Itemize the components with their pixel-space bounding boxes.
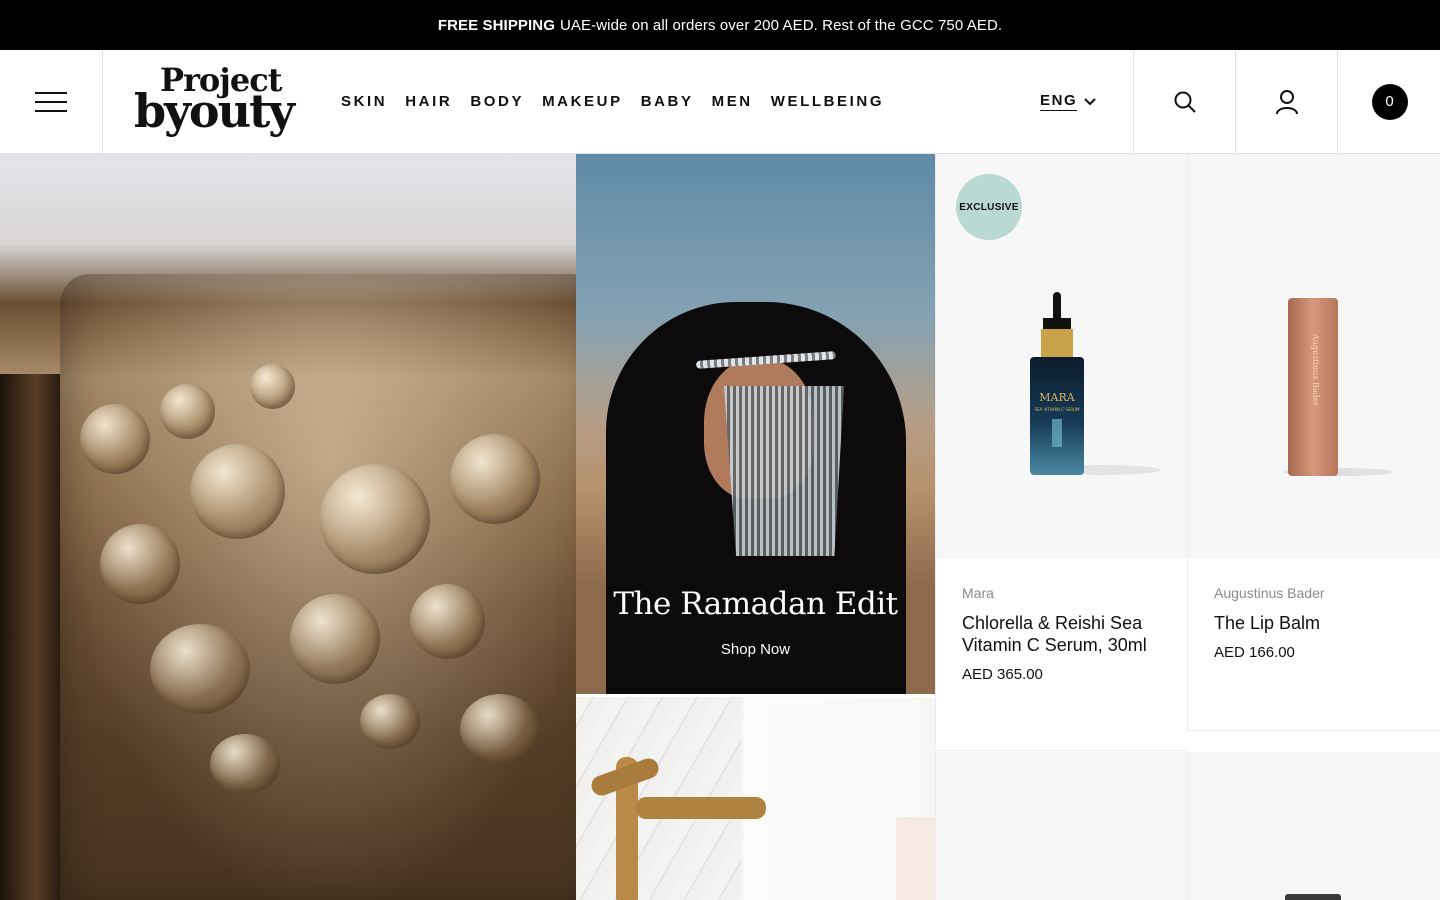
site-header: Project byouty SKIN HAIR BODY MAKEUP BAB…: [0, 50, 1440, 154]
product-price: AED 365.00: [962, 666, 1043, 683]
cart-count[interactable]: 0: [1371, 83, 1408, 120]
product-card[interactable]: Augustinus Bader Augustinus Bader The Li…: [1187, 154, 1440, 731]
bathroom-image[interactable]: [576, 697, 935, 900]
product-name[interactable]: The Lip Balm: [1214, 612, 1419, 634]
bottle-label: MARA: [1039, 391, 1075, 404]
nav-makeup[interactable]: MAKEUP: [542, 93, 623, 110]
hamburger-icon[interactable]: [35, 91, 67, 112]
exclusive-badge: EXCLUSIVE: [956, 174, 1022, 240]
main-nav: SKIN HAIR BODY MAKEUP BABY MEN WELLBEING: [341, 50, 902, 153]
account-button[interactable]: [1235, 50, 1338, 153]
product-card-next[interactable]: [935, 752, 1187, 900]
ramadan-edit-banner[interactable]: The Ramadan Edit Shop Now: [576, 154, 935, 694]
nav-hair[interactable]: HAIR: [405, 93, 452, 110]
lip-balm-image: Augustinus Bader: [1283, 298, 1393, 476]
product-brand: Augustinus Bader: [1214, 585, 1325, 601]
hero-bubbles-image[interactable]: [0, 154, 576, 900]
product-card[interactable]: MARA SEA VITAMIN C SERUM EXCLUSIVE Mara …: [935, 154, 1187, 751]
announcement-bold: FREE SHIPPING: [437, 16, 555, 34]
product-brand: Mara: [962, 585, 994, 601]
search-button[interactable]: [1133, 50, 1236, 153]
bottle-sublabel: SEA VITAMIN C SERUM: [1034, 407, 1080, 412]
banner-title: The Ramadan Edit: [613, 586, 898, 622]
language-code: ENG: [1040, 92, 1078, 111]
nav-body[interactable]: BODY: [470, 93, 524, 110]
product-name[interactable]: Chlorella & Reishi Sea Vitamin C Serum, …: [962, 612, 1167, 656]
menu-cell: [0, 50, 103, 153]
nav-men[interactable]: MEN: [712, 93, 753, 110]
shop-now-link[interactable]: Shop Now: [576, 641, 935, 658]
cart-button[interactable]: 0: [1337, 50, 1440, 153]
logo-line2: byouty: [134, 84, 295, 138]
balm-label: Augustinus Bader: [1311, 333, 1320, 407]
product-card-next[interactable]: [1187, 752, 1440, 900]
announcement-text: UAE-wide on all orders over 200 AED. Res…: [560, 16, 1003, 34]
announcement-bar: FREE SHIPPING UAE-wide on all orders ove…: [0, 0, 1440, 50]
language-selector[interactable]: ENG: [1040, 50, 1097, 153]
user-icon: [1276, 89, 1298, 114]
search-icon: [1174, 91, 1196, 113]
nav-baby[interactable]: BABY: [641, 93, 694, 110]
product-price: AED 166.00: [1214, 644, 1295, 661]
nav-wellbeing[interactable]: WELLBEING: [771, 93, 884, 110]
nav-skin[interactable]: SKIN: [341, 93, 387, 110]
product-image[interactable]: Augustinus Bader: [1188, 154, 1440, 559]
chevron-down-icon: [1084, 97, 1097, 105]
site-logo[interactable]: Project byouty: [134, 62, 304, 142]
